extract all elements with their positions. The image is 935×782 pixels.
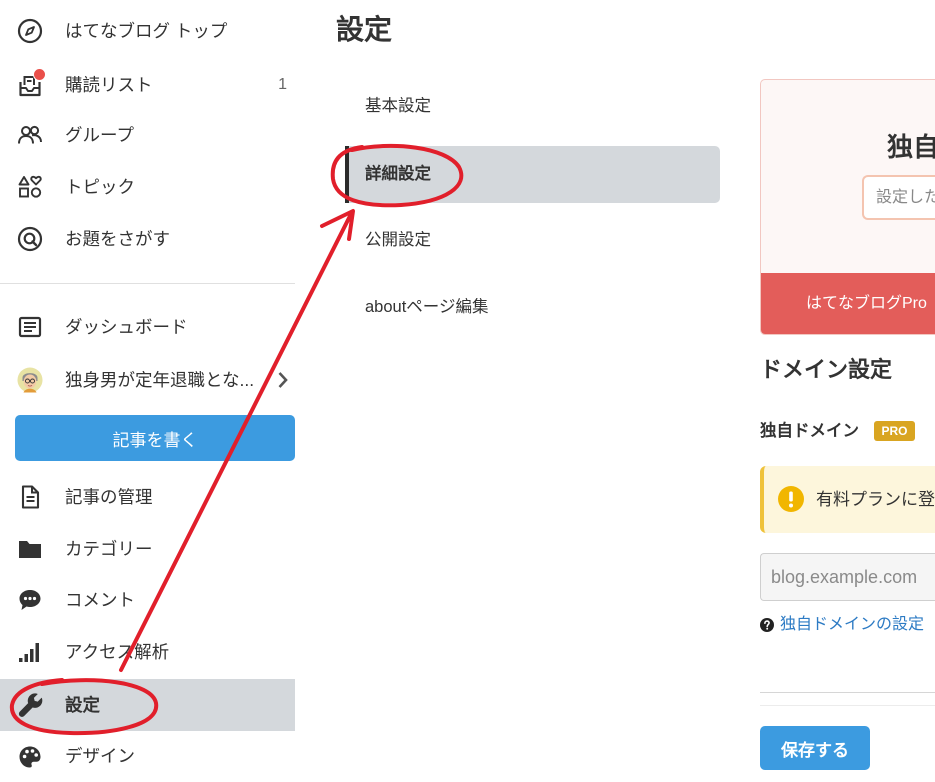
- custom-domain-input[interactable]: [760, 553, 935, 601]
- sidebar-item-label: お題をさがす: [65, 229, 170, 249]
- sidebar-item-topics[interactable]: トピック: [0, 161, 295, 213]
- sidebar-divider: [0, 283, 295, 284]
- dashboard-icon: [17, 314, 43, 340]
- folder-icon: [17, 536, 43, 562]
- avatar: [17, 367, 43, 393]
- notification-dot: [33, 68, 46, 81]
- sidebar-item-label: 設定: [65, 695, 100, 715]
- custom-domain-help-link[interactable]: 独自ドメインの設定: [780, 613, 935, 637]
- sidebar-item-label: カテゴリー: [65, 539, 153, 559]
- sidebar-item-label: はてなブログ トップ: [65, 21, 228, 41]
- sidebar-item-find-topics[interactable]: お題をさがす: [0, 213, 295, 265]
- sidebar-item-label: トピック: [65, 177, 135, 197]
- sidebar-item-access-analytics[interactable]: アクセス解析: [0, 626, 295, 678]
- promo-title: 独自: [887, 132, 935, 162]
- odai-icon: [17, 226, 43, 252]
- notice-text: 有料プランに登: [816, 490, 935, 509]
- tab-label: 公開設定: [365, 231, 431, 249]
- sidebar-item-hatena-blog-top[interactable]: はてなブログ トップ: [0, 5, 295, 57]
- pro-upgrade-banner[interactable]: はてなブログPro: [761, 273, 935, 334]
- tab-label: 詳細設定: [365, 165, 431, 183]
- tab-about-page-edit[interactable]: aboutページ編集: [345, 279, 720, 336]
- document-icon: [17, 484, 43, 510]
- sidebar-item-settings[interactable]: 設定: [0, 679, 295, 731]
- sidebar-item-label: ダッシュボード: [65, 317, 188, 337]
- sidebar-item-categories[interactable]: カテゴリー: [0, 523, 295, 575]
- tab-label: aboutページ編集: [365, 298, 489, 316]
- compass-icon: [17, 18, 43, 44]
- custom-domain-label: 独自ドメイン: [760, 422, 859, 440]
- tab-advanced-settings[interactable]: 詳細設定: [345, 146, 720, 203]
- sidebar-item-subscriptions[interactable]: 購読リスト 1: [0, 59, 295, 111]
- sidebar-item-label: 記事の管理: [65, 487, 153, 507]
- sidebar-item-design[interactable]: デザイン: [0, 731, 295, 782]
- sidebar-item-comments[interactable]: コメント: [0, 574, 295, 626]
- sidebar-item-label: 購読リスト: [65, 75, 153, 95]
- section-divider: [760, 692, 935, 693]
- warning-icon: [778, 486, 804, 512]
- domain-settings-heading: ドメイン設定: [760, 357, 893, 382]
- pro-badge: PRO: [874, 421, 915, 441]
- sidebar-item-label: アクセス解析: [65, 642, 170, 662]
- group-icon: [17, 122, 43, 148]
- sidebar-item-label: デザイン: [65, 746, 135, 766]
- tab-basic-settings[interactable]: 基本設定: [345, 78, 720, 135]
- tab-label: 基本設定: [365, 97, 431, 115]
- blog-name: 独身男が定年退職とな...: [65, 370, 255, 390]
- topic-icon: [17, 174, 43, 200]
- palette-icon: [17, 744, 43, 770]
- settings-content: 独自 はてなブログPro ドメイン設定 独自ドメイン PRO 有料プランに登 独…: [760, 0, 935, 782]
- sidebar: はてなブログ トップ 購読リスト 1 グループ トピック お題をさがす ダッシュ…: [0, 0, 295, 782]
- save-button[interactable]: 保存する: [760, 726, 870, 770]
- promo-banner-text: はてなブログPro: [806, 295, 927, 312]
- unread-count-badge: 1: [278, 76, 287, 93]
- tab-publish-settings[interactable]: 公開設定: [345, 212, 720, 269]
- page-title: 設定: [336, 14, 393, 45]
- sidebar-item-manage-articles[interactable]: 記事の管理: [0, 471, 295, 523]
- chevron-right-icon: [277, 370, 289, 390]
- pro-promo-card: 独自 はてなブログPro: [760, 79, 935, 335]
- analytics-icon: [17, 639, 43, 665]
- comment-icon: [17, 587, 43, 613]
- sidebar-item-label: グループ: [65, 125, 134, 145]
- write-article-button[interactable]: 記事を書く: [15, 415, 295, 461]
- sidebar-item-dashboard[interactable]: ダッシュボード: [0, 301, 295, 353]
- footer-divider: [760, 705, 935, 706]
- question-circle-icon: [760, 618, 774, 632]
- sidebar-item-groups[interactable]: グループ: [0, 109, 295, 161]
- promo-domain-input[interactable]: [862, 175, 935, 220]
- sidebar-item-label: コメント: [65, 590, 135, 610]
- blog-selector[interactable]: 独身男が定年退職とな...: [0, 354, 295, 406]
- paid-plan-notice: 有料プランに登: [760, 466, 935, 533]
- wrench-icon: [17, 692, 43, 718]
